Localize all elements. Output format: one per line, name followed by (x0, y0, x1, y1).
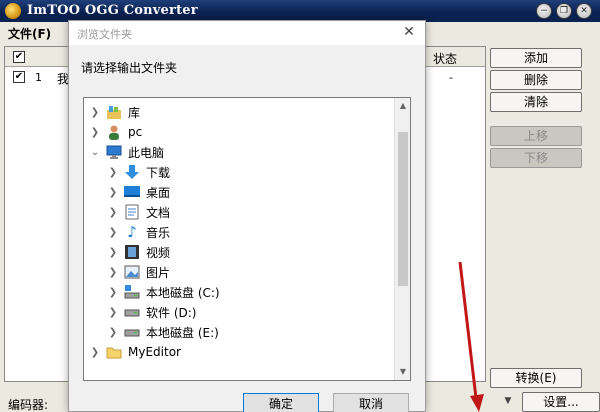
drive-icon (124, 324, 140, 340)
tree-item-drive-e[interactable]: ❯ 本地磁盘 (E:) (106, 322, 219, 342)
music-icon: ♪ (127, 223, 137, 241)
drive-icon (124, 304, 140, 320)
chevron-right-icon[interactable]: ❯ (106, 167, 120, 178)
select-all-checkbox[interactable]: ✔ (13, 51, 25, 63)
tree-item-drive-c[interactable]: ❯ 本地磁盘 (C:) (106, 282, 220, 302)
tree-item-label: 软件 (D:) (146, 305, 197, 320)
tree-item-videos[interactable]: ❯ 视频 (106, 242, 170, 262)
user-icon (106, 124, 122, 140)
row-number: 1 (35, 71, 42, 84)
tree-item-pictures[interactable]: ❯ 图片 (106, 262, 170, 282)
folder-tree[interactable]: ❯ 库 ❯ pc ⌄ 此电脑 ❯ 下载 ❯ 桌面 ❯ 文档 ❯ ♪ 音乐 ❯ 视… (83, 97, 411, 381)
tree-item-label: 音乐 (146, 225, 171, 240)
row-status: - (449, 71, 453, 84)
picture-icon (124, 264, 140, 280)
dialog-close-icon[interactable]: ✕ (401, 23, 417, 41)
scrollbar-thumb[interactable] (398, 132, 408, 286)
chevron-right-icon[interactable]: ❯ (106, 247, 120, 258)
chevron-right-icon[interactable]: ❯ (88, 347, 102, 358)
browse-folder-dialog: 浏览文件夹 ✕ 请选择输出文件夹 ❯ 库 ❯ pc ⌄ 此电脑 ❯ 下载 ❯ 桌… (68, 20, 426, 412)
restore-button[interactable]: ❐ (556, 3, 572, 19)
status-column-header[interactable]: 状态 (433, 50, 457, 67)
cancel-button[interactable]: 取消 (333, 393, 409, 412)
tree-item-pc-user[interactable]: ❯ pc (88, 122, 142, 142)
tree-item-library[interactable]: ❯ 库 (88, 102, 140, 122)
tree-item-drive-d[interactable]: ❯ 软件 (D:) (106, 302, 197, 322)
chevron-right-icon[interactable]: ❯ (106, 267, 120, 278)
tree-item-label: 下载 (146, 165, 171, 180)
tree-item-label: 视频 (146, 245, 171, 260)
encoder-label: 编码器: (8, 398, 49, 412)
dialog-title-bar: 浏览文件夹 ✕ (69, 21, 425, 45)
system-drive-icon (124, 284, 140, 300)
chevron-down-icon[interactable]: ⌄ (88, 147, 102, 158)
tree-item-label: 文档 (146, 205, 171, 220)
tree-scrollbar[interactable]: ▲ ▼ (394, 98, 410, 380)
dialog-title: 浏览文件夹 (77, 28, 132, 41)
chevron-right-icon[interactable]: ❯ (106, 327, 120, 338)
tree-item-downloads[interactable]: ❯ 下载 (106, 162, 170, 182)
scroll-down-icon[interactable]: ▼ (395, 364, 410, 380)
app-logo-icon (5, 3, 21, 19)
tree-item-this-pc[interactable]: ⌄ 此电脑 (88, 142, 164, 162)
tree-item-label: 图片 (146, 265, 171, 280)
move-up-button[interactable]: 上移 (490, 126, 582, 146)
title-bar: ImTOO OGG Converter − ❐ ✕ (0, 0, 600, 22)
chevron-right-icon[interactable]: ❯ (106, 207, 120, 218)
add-button[interactable]: 添加 (490, 48, 582, 68)
chevron-right-icon[interactable]: ❯ (106, 187, 120, 198)
chevron-right-icon[interactable]: ❯ (106, 287, 120, 298)
tree-item-label: 桌面 (146, 185, 171, 200)
minimize-button[interactable]: − (536, 3, 552, 19)
row-checkbox[interactable]: ✔ (13, 71, 25, 83)
tree-item-label: 本地磁盘 (E:) (146, 325, 219, 340)
chevron-right-icon[interactable]: ❯ (106, 307, 120, 318)
delete-button[interactable]: 删除 (490, 70, 582, 90)
tree-item-label: 本地磁盘 (C:) (146, 285, 220, 300)
tree-item-documents[interactable]: ❯ 文档 (106, 202, 170, 222)
convert-button[interactable]: 转换(E) (490, 368, 582, 388)
tree-item-label: MyEditor (128, 345, 181, 359)
document-icon (124, 204, 140, 220)
chevron-right-icon[interactable]: ❯ (88, 127, 102, 138)
move-down-button[interactable]: 下移 (490, 148, 582, 168)
menu-file[interactable]: 文件(F) (8, 25, 51, 42)
video-icon (124, 244, 140, 260)
clear-button[interactable]: 清除 (490, 92, 582, 112)
tree-item-label: 此电脑 (128, 145, 165, 160)
tree-item-desktop[interactable]: ❯ 桌面 (106, 182, 170, 202)
tree-item-label: 库 (128, 105, 141, 120)
chevron-right-icon[interactable]: ❯ (106, 227, 120, 238)
dialog-prompt: 请选择输出文件夹 (81, 61, 178, 75)
library-icon (106, 104, 122, 120)
folder-icon (106, 344, 122, 360)
tree-item-music[interactable]: ❯ ♪ 音乐 (106, 222, 170, 242)
desktop-icon (124, 184, 140, 200)
app-title: ImTOO OGG Converter (27, 3, 198, 18)
computer-icon (106, 144, 122, 160)
settings-button[interactable]: 设置... (522, 392, 600, 412)
chevron-right-icon[interactable]: ❯ (88, 107, 102, 118)
chevron-down-icon[interactable]: ▼ (500, 396, 516, 410)
download-icon (124, 164, 140, 180)
tree-item-label: pc (128, 125, 143, 139)
close-button[interactable]: ✕ (576, 3, 592, 19)
scroll-up-icon[interactable]: ▲ (395, 98, 410, 114)
ok-button[interactable]: 确定 (243, 393, 319, 412)
tree-item-myeditor[interactable]: ❯ MyEditor (88, 342, 181, 362)
